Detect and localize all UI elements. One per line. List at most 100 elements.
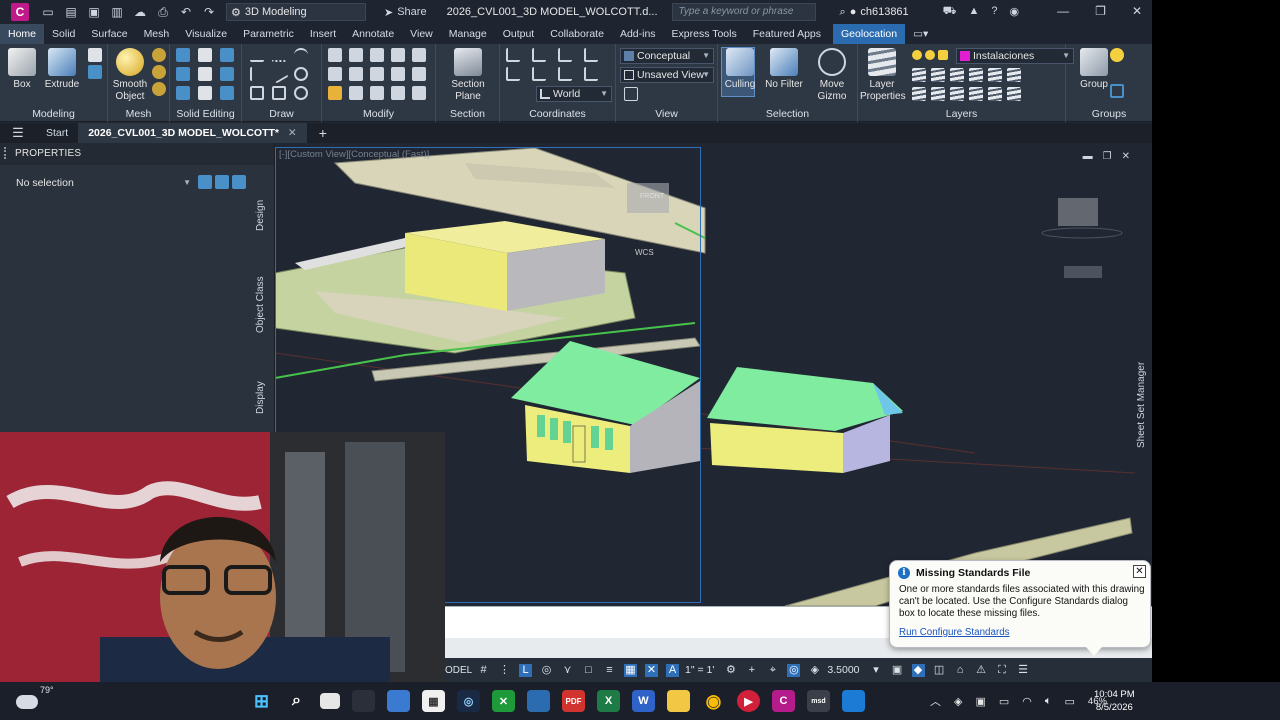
side-tab-object-class[interactable]: Object Class: [255, 273, 271, 337]
layer-dropdown[interactable]: Instalaciones ▼: [956, 48, 1074, 64]
circle-icon[interactable]: [294, 67, 308, 81]
tab-geolocation[interactable]: Geolocation: [833, 24, 906, 44]
open-folder-icon[interactable]: ▤: [64, 5, 78, 19]
print-icon[interactable]: ⎙: [156, 5, 170, 20]
app-logo[interactable]: C: [11, 3, 29, 21]
move-gizmo-button[interactable]: Move Gizmo: [810, 48, 854, 103]
copy-icon[interactable]: [349, 48, 363, 62]
quick-select-icon[interactable]: [232, 175, 246, 189]
close-icon[interactable]: ✕: [1132, 4, 1142, 18]
panel-label-modify[interactable]: Modify: [322, 108, 435, 120]
widgets-icon[interactable]: [352, 690, 375, 712]
panel-label-modeling[interactable]: Modeling: [0, 108, 107, 120]
panel-label-groups[interactable]: Groups: [1066, 108, 1152, 120]
array-icon[interactable]: [349, 86, 363, 100]
panel-label-section[interactable]: Section: [436, 108, 499, 120]
layer-merge-icon[interactable]: [950, 87, 964, 101]
union-icon[interactable]: [176, 48, 190, 62]
store-icon[interactable]: ▦: [422, 690, 445, 712]
tab-express-tools[interactable]: Express Tools: [664, 24, 745, 44]
no-filter-button[interactable]: No Filter: [762, 48, 806, 91]
select-objects-icon[interactable]: [215, 175, 229, 189]
tab-output[interactable]: Output: [495, 24, 543, 44]
redo-icon[interactable]: ↷: [202, 5, 216, 19]
restore-icon[interactable]: ❐: [1095, 4, 1106, 18]
layer-walk-icon[interactable]: [931, 87, 945, 101]
panel-label-draw[interactable]: Draw: [242, 108, 321, 120]
transparency-icon[interactable]: ▦: [624, 663, 637, 677]
media-player-icon[interactable]: ▶: [737, 690, 760, 712]
fullscreen-icon[interactable]: ⛶: [996, 664, 1009, 677]
ucs-icon[interactable]: [506, 48, 520, 62]
ungroup-icon[interactable]: [1110, 48, 1124, 62]
offset-edge-icon[interactable]: [198, 86, 212, 100]
chevron-up-icon[interactable]: ︿: [930, 693, 941, 709]
visual-style-dropdown[interactable]: Conceptual ▼: [620, 48, 714, 64]
chat-icon[interactable]: ◉: [1010, 5, 1020, 19]
object-snap-icon[interactable]: □: [582, 664, 595, 677]
volume-icon[interactable]: 🔈︎: [1045, 695, 1052, 708]
tab-view[interactable]: View: [402, 24, 441, 44]
annotation-visibility-icon[interactable]: A: [666, 663, 679, 677]
culling-button[interactable]: Culling: [718, 48, 762, 91]
file-explorer-icon[interactable]: [667, 690, 690, 712]
extrude-button[interactable]: Extrude: [40, 48, 84, 91]
mesh-crease-icon[interactable]: [152, 82, 166, 96]
ucs-z-icon[interactable]: [506, 67, 520, 81]
pencil-icon[interactable]: [328, 86, 342, 100]
viewport-config-icon[interactable]: [624, 87, 638, 101]
fillet-icon[interactable]: [391, 67, 405, 81]
steam-icon[interactable]: ◎: [457, 690, 480, 712]
panel-label-mesh[interactable]: Mesh: [108, 108, 169, 120]
properties-title-bar[interactable]: PROPERTIES: [0, 143, 274, 165]
mesh-refine-icon[interactable]: [152, 65, 166, 79]
ellipse-icon[interactable]: [294, 86, 308, 100]
panel-label-layers[interactable]: Layers: [858, 108, 1065, 120]
chrome-icon[interactable]: ◉: [702, 690, 725, 712]
isodraft-icon[interactable]: ⋎: [561, 664, 574, 677]
polar-icon[interactable]: ◎: [540, 664, 553, 677]
construction-line-icon[interactable]: [269, 64, 289, 84]
ucs-dropdown[interactable]: World ▼: [536, 86, 612, 102]
xbox-icon[interactable]: ✕: [492, 690, 515, 712]
customization-menu-icon[interactable]: ☰: [1017, 664, 1030, 677]
tab-solid[interactable]: Solid: [44, 24, 83, 44]
side-tab-design[interactable]: Design: [255, 191, 271, 239]
tab-insert[interactable]: Insert: [302, 24, 344, 44]
ucs-face-icon[interactable]: [532, 67, 546, 81]
annotation-scale[interactable]: 1" = 1': [685, 664, 714, 676]
lightbulb-icon[interactable]: [912, 50, 922, 60]
tab-home[interactable]: Home: [0, 24, 45, 44]
tab-annotate[interactable]: Annotate: [344, 24, 402, 44]
tab-collaborate[interactable]: Collaborate: [542, 24, 612, 44]
photos-icon[interactable]: [527, 690, 550, 712]
update-icon[interactable]: ▣: [975, 695, 985, 708]
workspace-gear-icon[interactable]: ⚙: [724, 664, 737, 677]
layer-isolate-icon[interactable]: [950, 68, 964, 82]
sharex-icon[interactable]: [842, 690, 865, 712]
move-icon[interactable]: [328, 48, 342, 62]
tab-visualize[interactable]: Visualize: [177, 24, 235, 44]
thicken-icon[interactable]: [220, 67, 234, 81]
tab-add-ins[interactable]: Add-ins: [612, 24, 664, 44]
layer-match-icon[interactable]: [912, 68, 926, 82]
layer-previous-icon[interactable]: [931, 68, 945, 82]
zoom-value[interactable]: 3.5000: [827, 664, 859, 676]
layer-unisolate-icon[interactable]: [969, 68, 983, 82]
ribbon-options-icon[interactable]: ▭▾: [905, 24, 936, 44]
hardware-accel-icon[interactable]: ◈: [808, 664, 821, 677]
offset-icon[interactable]: [391, 86, 405, 100]
toggle-pickadd-icon[interactable]: [198, 175, 212, 189]
units-icon[interactable]: ⌖: [766, 664, 779, 677]
excel-icon[interactable]: X: [597, 690, 620, 712]
hamburger-menu-icon[interactable]: ☰: [0, 125, 36, 141]
slice-icon[interactable]: [198, 67, 212, 81]
ucs-origin-icon[interactable]: [532, 48, 546, 62]
ucs-object-icon[interactable]: [558, 67, 572, 81]
layer-properties-button[interactable]: Layer Properties: [860, 48, 906, 103]
wcs-menu[interactable]: [1064, 266, 1102, 278]
save-icon[interactable]: ▣: [87, 5, 101, 19]
spline-icon[interactable]: [250, 67, 264, 81]
viewcube-ring[interactable]: [1041, 227, 1123, 239]
viewport-controls-label[interactable]: [-][Custom View][Conceptual (Fast)]: [279, 149, 429, 160]
